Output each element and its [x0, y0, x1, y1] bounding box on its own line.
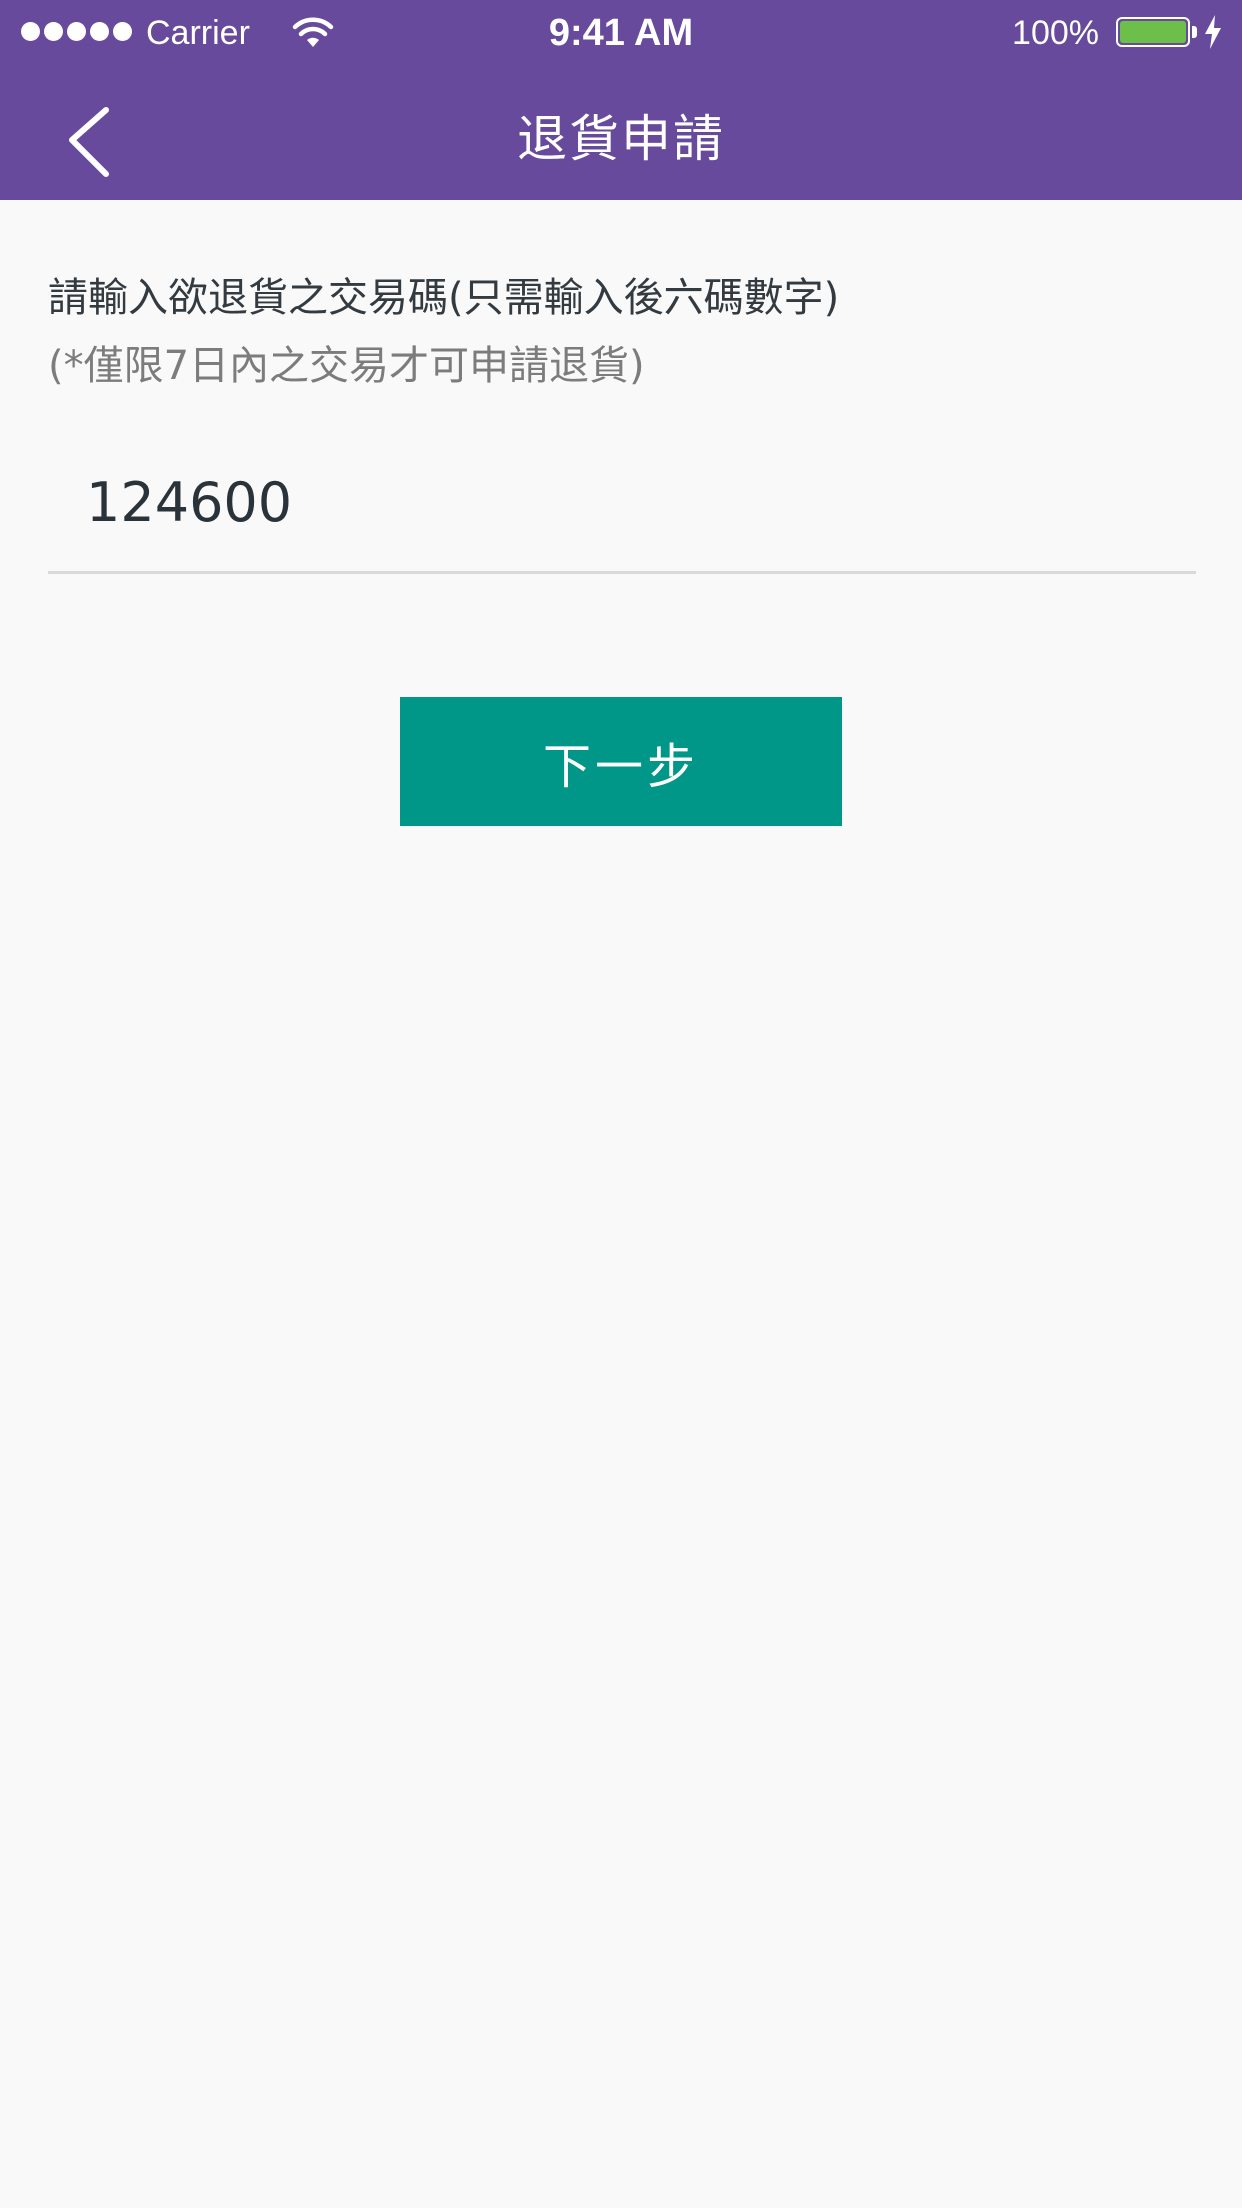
top-bar: Carrier 9:41 AM 100% 退貨申請 [0, 0, 1242, 200]
battery-nub [1192, 26, 1197, 38]
transaction-code-input[interactable] [48, 434, 1196, 574]
instruction-text: 請輸入欲退貨之交易碼(只需輸入後六碼數字) [48, 275, 840, 321]
note-text: (*僅限7日內之交易才可申請退貨) [48, 343, 645, 389]
page-title: 退貨申請 [517, 110, 725, 168]
battery-percent: 100% [1012, 14, 1099, 52]
charging-bolt-icon [1205, 15, 1221, 49]
status-bar: Carrier 9:41 AM 100% [0, 0, 1242, 66]
battery-level [1120, 21, 1186, 43]
battery-icon [1116, 17, 1190, 47]
next-step-button[interactable]: 下一步 [400, 697, 842, 826]
